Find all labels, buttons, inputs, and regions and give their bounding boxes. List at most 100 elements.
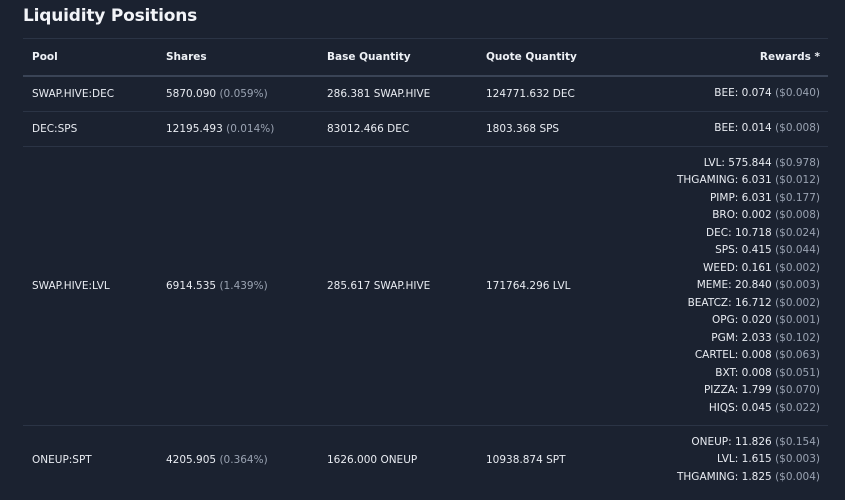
base-quantity-cell: 286.381 SWAP.HIVE bbox=[318, 76, 477, 112]
reward-usd-value: ($0.063) bbox=[775, 349, 820, 362]
quote-quantity-cell: 10938.874 SPT bbox=[486, 454, 566, 466]
reward-item: BEE: 0.014 ($0.008) bbox=[655, 120, 820, 138]
reward-amount: OPG: 0.020 bbox=[712, 314, 772, 327]
reward-amount: BEE: 0.014 bbox=[714, 122, 772, 135]
reward-item: WEED: 0.161 ($0.002) bbox=[655, 260, 820, 278]
table-row[interactable]: SWAP.HIVE:LVL 6914.535 (1.439%) 285.617 SW… bbox=[23, 146, 828, 426]
reward-amount: LVL: 575.844 bbox=[703, 156, 772, 169]
reward-amount: PIMP: 6.031 bbox=[709, 191, 772, 204]
reward-item: CARTEL: 0.008 ($0.063) bbox=[655, 347, 820, 365]
shares-percentage: (1.439%) bbox=[219, 280, 268, 292]
shares-cell: 12195.493 (0.014%) bbox=[157, 111, 318, 147]
reward-item: MEME: 20.840 ($0.003) bbox=[655, 277, 820, 295]
rewards-cell: ONEUP: 11.826 ($0.154) LVL: 1.615 ($0.003… bbox=[646, 426, 828, 495]
reward-item: ONEUP: 11.826 ($0.154) bbox=[655, 434, 820, 452]
column-header-shares[interactable]: Shares bbox=[157, 39, 318, 77]
reward-usd-value: ($0.154) bbox=[775, 435, 820, 448]
reward-usd-value: ($0.040) bbox=[775, 87, 820, 100]
reward-amount: PIZZA: 1.799 bbox=[703, 384, 772, 397]
reward-usd-value: ($0.004) bbox=[775, 470, 820, 483]
reward-usd-value: ($0.177) bbox=[775, 191, 820, 204]
reward-item: BEE: 0.074 ($0.040) bbox=[655, 85, 820, 103]
reward-amount: BRO: 0.002 bbox=[712, 209, 772, 222]
reward-usd-value: ($0.022) bbox=[775, 401, 820, 414]
reward-item: PIMP: 6.031 ($0.177) bbox=[655, 190, 820, 208]
reward-amount: BXT: 0.008 bbox=[715, 366, 772, 379]
shares-cell: 6914.535 (1.439%) bbox=[157, 146, 318, 426]
table-row[interactable]: ONEUP:SPT 4205.905 (0.364%) 1626.000 ONEUP… bbox=[23, 426, 828, 495]
reward-amount: THGAMING: 1.825 bbox=[677, 470, 772, 483]
reward-usd-value: ($0.978) bbox=[775, 156, 820, 169]
reward-amount: WEED: 0.161 bbox=[703, 261, 772, 274]
table-row[interactable]: SWAP.HIVE:DEC 5870.090 (0.059%) 286.381 SW… bbox=[23, 76, 828, 112]
quote-quantity-cell: 171764.296 LVL bbox=[477, 146, 646, 426]
reward-item: BRO: 0.002 ($0.008) bbox=[655, 207, 820, 225]
column-header-pool[interactable]: Pool bbox=[23, 39, 157, 77]
reward-usd-value: ($0.102) bbox=[775, 331, 820, 344]
reward-item: THGAMING: 6.031 ($0.012) bbox=[655, 172, 820, 190]
reward-item: THGAMING: 1.825 ($0.004) bbox=[655, 469, 820, 487]
reward-item: PGM: 2.033 ($0.102) bbox=[655, 330, 820, 348]
reward-amount: LVL: 1.615 bbox=[717, 453, 772, 466]
reward-usd-value: ($0.012) bbox=[775, 174, 820, 187]
reward-item: LVL: 575.844 ($0.978) bbox=[655, 155, 820, 173]
rewards-cell: LVL: 575.844 ($0.978) THGAMING: 6.031 ($0… bbox=[646, 146, 828, 426]
quote-quantity-cell: 124771.632 DEC bbox=[477, 76, 646, 112]
reward-item: HIQS: 0.045 ($0.022) bbox=[655, 400, 820, 418]
column-header-rewards[interactable]: Rewards * bbox=[646, 39, 828, 77]
rewards-cell: BEE: 0.074 ($0.040) bbox=[646, 76, 828, 112]
reward-usd-value: ($0.003) bbox=[775, 279, 820, 292]
base-quantity-cell: 285.617 SWAP.HIVE bbox=[318, 146, 477, 426]
reward-usd-value: ($0.024) bbox=[775, 226, 820, 239]
rewards-cell: BEE: 0.014 ($0.008) bbox=[646, 111, 828, 147]
liquidity-positions-table: Pool Shares Base Quantity Quote Quantity… bbox=[23, 38, 828, 494]
reward-amount: HIQS: 0.045 bbox=[708, 401, 772, 414]
shares-percentage: (0.059%) bbox=[219, 88, 268, 100]
shares-value: 5870.090 bbox=[166, 88, 217, 100]
shares-percentage: (0.014%) bbox=[226, 123, 275, 135]
reward-amount: PGM: 2.033 bbox=[711, 331, 772, 344]
reward-amount: BEATCZ: 16.712 bbox=[687, 296, 772, 309]
reward-item: LVL: 1.615 ($0.003) bbox=[655, 451, 820, 469]
reward-amount: CARTEL: 0.008 bbox=[694, 349, 772, 362]
reward-usd-value: ($0.070) bbox=[775, 384, 820, 397]
reward-item: PIZZA: 1.799 ($0.070) bbox=[655, 382, 820, 400]
shares-value: 6914.535 bbox=[166, 280, 217, 292]
shares-value: 12195.493 bbox=[166, 123, 223, 135]
reward-item: BXT: 0.008 ($0.051) bbox=[655, 365, 820, 383]
reward-usd-value: ($0.008) bbox=[775, 122, 820, 135]
base-quantity-cell: 83012.466 DEC bbox=[318, 111, 477, 147]
reward-usd-value: ($0.002) bbox=[775, 296, 820, 309]
reward-usd-value: ($0.002) bbox=[775, 261, 820, 274]
pool-cell: ONEUP:SPT bbox=[32, 454, 92, 466]
table-header-row: Pool Shares Base Quantity Quote Quantity… bbox=[23, 39, 828, 77]
page-title: Liquidity Positions bbox=[23, 6, 198, 26]
reward-usd-value: ($0.051) bbox=[775, 366, 820, 379]
column-header-base-quantity[interactable]: Base Quantity bbox=[318, 39, 477, 77]
base-quantity-cell: 1626.000 ONEUP bbox=[327, 454, 418, 466]
reward-amount: SPS: 0.415 bbox=[715, 244, 772, 257]
reward-usd-value: ($0.003) bbox=[775, 453, 820, 466]
reward-amount: ONEUP: 11.826 bbox=[691, 435, 772, 448]
column-header-quote-quantity[interactable]: Quote Quantity bbox=[477, 39, 646, 77]
shares-percentage: (0.364%) bbox=[219, 454, 268, 466]
reward-amount: DEC: 10.718 bbox=[706, 226, 772, 239]
pool-cell: DEC:SPS bbox=[23, 111, 157, 147]
reward-item: DEC: 10.718 ($0.024) bbox=[655, 225, 820, 243]
reward-amount: THGAMING: 6.031 bbox=[677, 174, 772, 187]
pool-cell: SWAP.HIVE:DEC bbox=[23, 76, 157, 112]
quote-quantity-cell: 1803.368 SPS bbox=[477, 111, 646, 147]
reward-item: SPS: 0.415 ($0.044) bbox=[655, 242, 820, 260]
reward-amount: MEME: 20.840 bbox=[696, 279, 772, 292]
shares-cell: 4205.905 (0.364%) bbox=[157, 426, 318, 495]
reward-usd-value: ($0.008) bbox=[775, 209, 820, 222]
table-row[interactable]: DEC:SPS 12195.493 (0.014%) 83012.466 DEC 18… bbox=[23, 111, 828, 147]
reward-item: OPG: 0.020 ($0.001) bbox=[655, 312, 820, 330]
pool-cell: SWAP.HIVE:LVL bbox=[23, 146, 157, 426]
reward-item: BEATCZ: 16.712 ($0.002) bbox=[655, 295, 820, 313]
reward-amount: BEE: 0.074 bbox=[714, 87, 772, 100]
shares-cell: 5870.090 (0.059%) bbox=[157, 76, 318, 112]
reward-usd-value: ($0.044) bbox=[775, 244, 820, 257]
shares-value: 4205.905 bbox=[166, 454, 217, 466]
reward-usd-value: ($0.001) bbox=[775, 314, 820, 327]
